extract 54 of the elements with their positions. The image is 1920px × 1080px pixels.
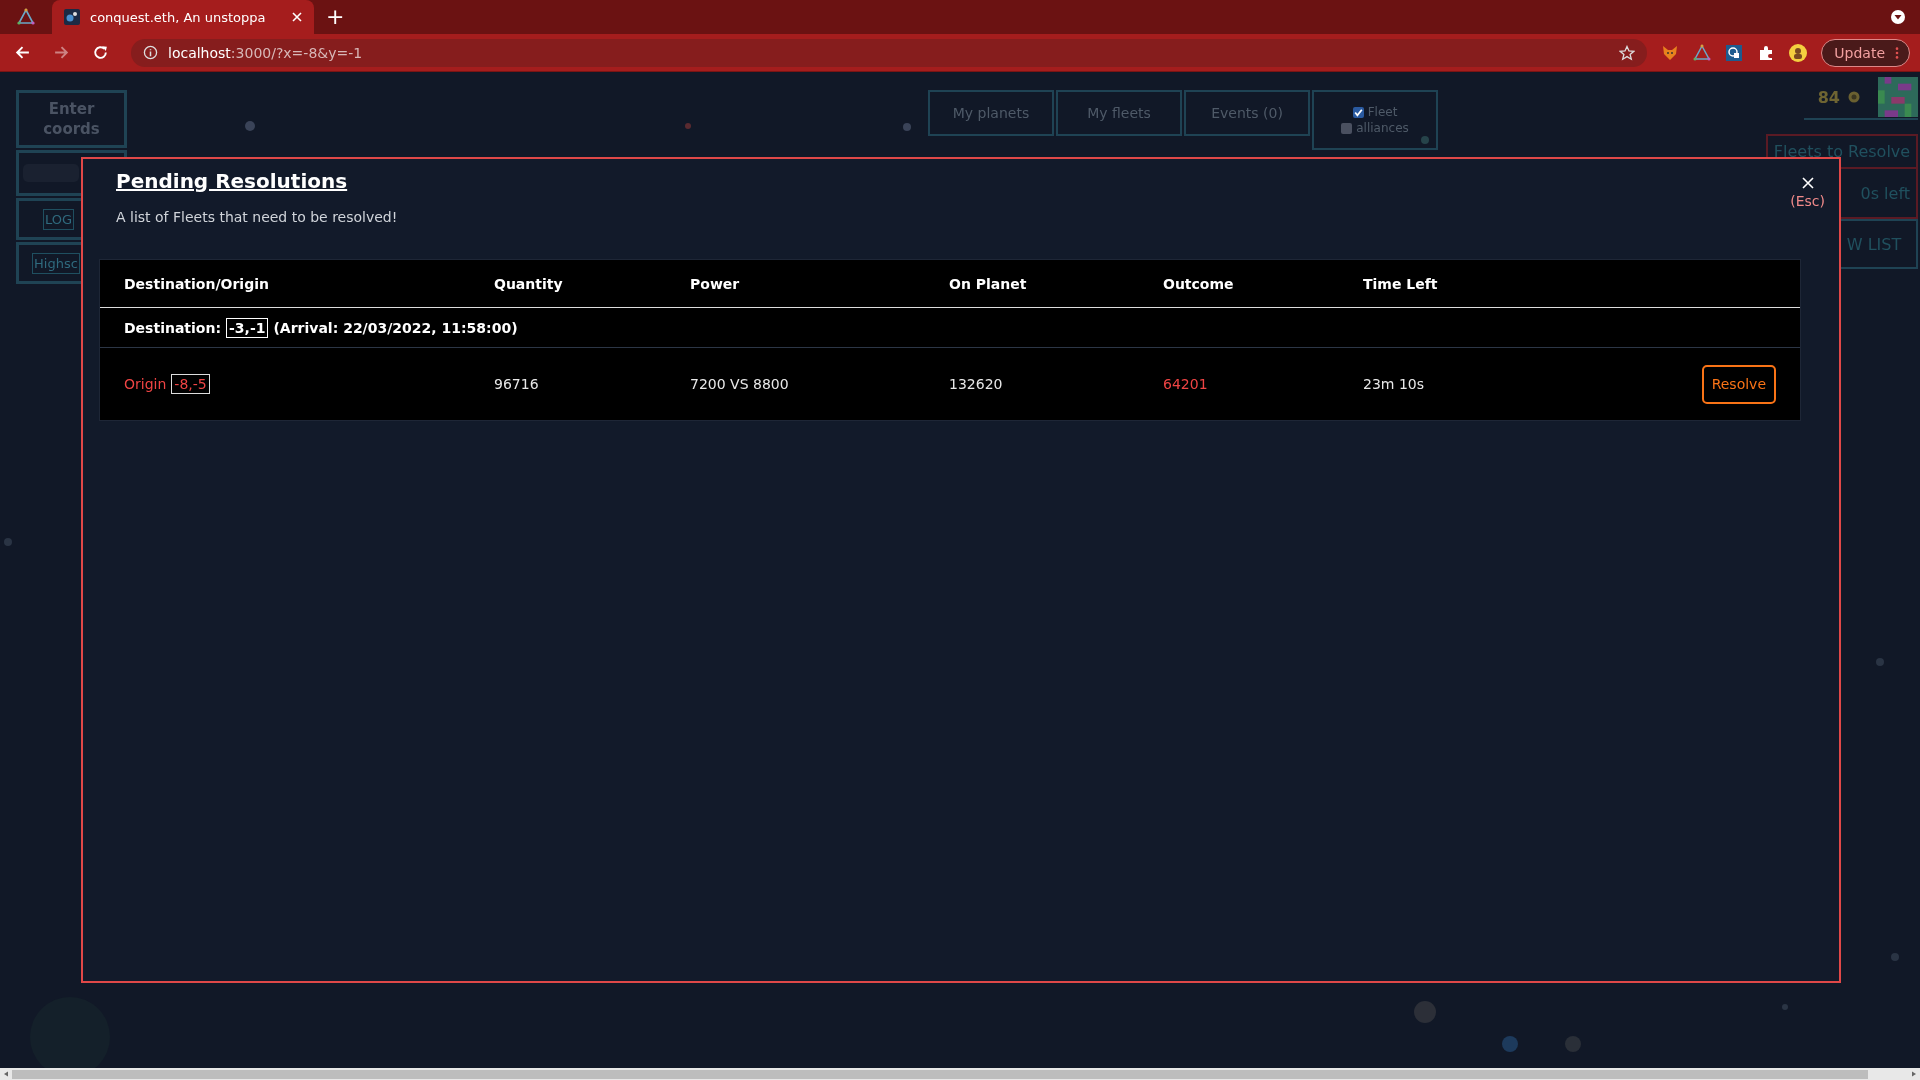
score-value: 84 (1817, 87, 1840, 107)
time-left-label: 0s left (1860, 183, 1910, 203)
reload-icon[interactable] (92, 44, 109, 61)
more-icon[interactable] (1895, 45, 1899, 60)
column-header: Destination/Origin (124, 275, 270, 292)
browser-tab[interactable]: conquest.eth, An unstoppa (52, 0, 314, 34)
login-button[interactable]: LOG (43, 208, 75, 230)
close-button[interactable]: (Esc) (1790, 175, 1825, 215)
coords-link[interactable]: -3,-1 (226, 317, 269, 338)
close-icon[interactable] (1801, 177, 1814, 189)
enter-coords-button[interactable]: Enter coords (16, 90, 127, 148)
highscores-button[interactable]: Highsc (32, 252, 80, 274)
coords-link[interactable]: -8,-5 (171, 374, 210, 394)
tab-search-icon[interactable] (1890, 9, 1906, 25)
update-button[interactable]: Update (1821, 38, 1910, 67)
horizontal-scrollbar[interactable] (0, 1068, 1920, 1080)
modal-title: Pending Resolutions (116, 169, 349, 193)
scroll-left-icon[interactable] (3, 1071, 9, 1077)
app-icon[interactable] (16, 7, 36, 27)
back-icon[interactable] (14, 44, 31, 61)
coin-icon (1848, 91, 1860, 103)
favicon-icon (64, 9, 80, 25)
table-cell-text: 64201 (1163, 376, 1209, 392)
square-icon[interactable] (1725, 43, 1744, 62)
column-header: Outcome (1163, 275, 1235, 292)
column-header: Time Left (1363, 275, 1439, 292)
checkbox[interactable] (1352, 106, 1364, 118)
address-bar[interactable]: localhost:3000/?x=-8&y=-1 (131, 38, 1648, 67)
nav-button[interactable]: Events (0) (1184, 90, 1310, 136)
resolve-button[interactable]: Resolve (1701, 364, 1776, 404)
modal-subtitle: A list of Fleets that need to be resolved! (116, 209, 398, 225)
new-tab-button[interactable]: + (326, 4, 345, 30)
filter-checkbox[interactable]: alliances (1341, 121, 1409, 135)
close-icon[interactable] (292, 12, 302, 22)
info-icon (143, 45, 158, 60)
avatar-icon[interactable] (1789, 43, 1808, 62)
column-header: Power (690, 275, 741, 292)
scroll-right-icon[interactable] (1911, 1071, 1917, 1077)
arrival-time: (Arrival: 22/03/2022, 11:58:00) (273, 319, 518, 336)
nav-button[interactable]: My planets (928, 90, 1054, 136)
table-cell-text: 7200 VS 8800 (690, 376, 790, 392)
filter-checkbox[interactable]: Fleet (1352, 105, 1398, 119)
triangle-icon[interactable] (1693, 43, 1712, 62)
fox-icon[interactable] (1661, 43, 1680, 62)
nav-button[interactable]: My fleets (1056, 90, 1182, 136)
checkbox[interactable] (1341, 122, 1353, 134)
column-header: Quantity (494, 275, 564, 292)
table-cell-text: 132620 (949, 376, 1004, 392)
origin-label: Origin (124, 376, 167, 392)
destination-label: Destination: (124, 319, 222, 336)
star-icon[interactable] (1619, 44, 1636, 61)
column-header: On Planet (949, 275, 1028, 292)
table-cell-text: 96716 (494, 376, 540, 392)
table-cell-text: 23m 10s (1363, 376, 1425, 392)
